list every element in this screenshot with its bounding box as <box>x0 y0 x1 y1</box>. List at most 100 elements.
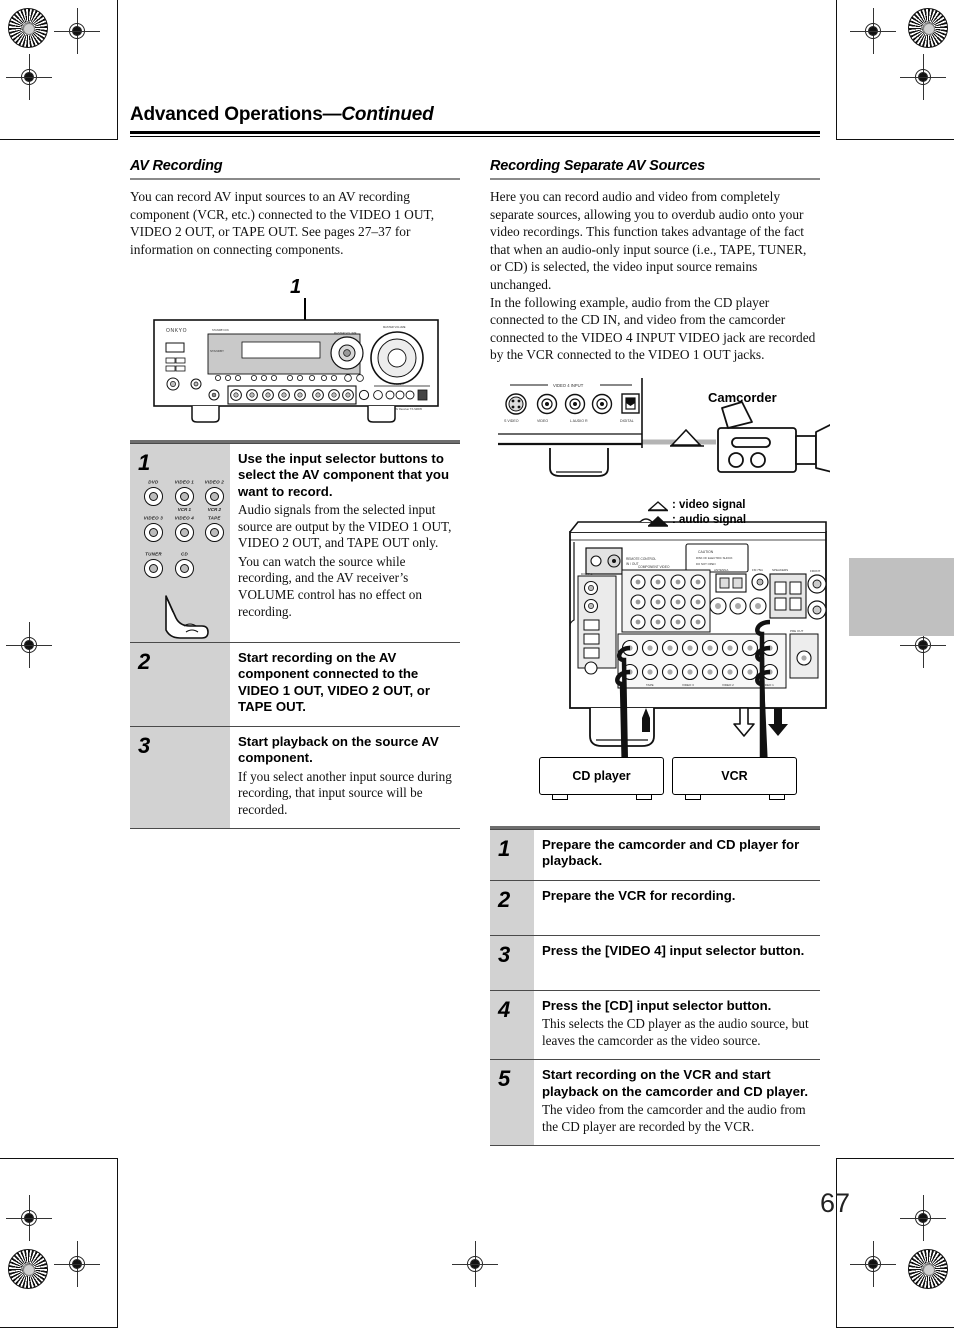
right-column: Recording Separate AV Sources Here you c… <box>490 158 820 364</box>
crop-corner-bottom-left <box>0 1158 118 1328</box>
selector-knob-icon <box>143 486 163 506</box>
svg-text:COMPONENT VIDEO: COMPONENT VIDEO <box>638 565 670 569</box>
print-density-star-top-right <box>908 8 948 48</box>
svg-text:VIDEO 4 INPUT: VIDEO 4 INPUT <box>553 383 584 388</box>
step-row: 3 Press the [VIDEO 4] input selector but… <box>490 934 820 990</box>
step-text-cell: Press the [CD] input selector button. Th… <box>534 989 820 1060</box>
svg-text:PRE OUT: PRE OUT <box>790 629 804 633</box>
registration-mark-bottom-right-lower <box>850 1241 896 1287</box>
step-text-cell: Start recording on the AV component conn… <box>230 641 460 726</box>
signal-legend: : video signal : audio signal <box>648 498 746 528</box>
selector-knob-icon <box>174 522 194 542</box>
legend-label-video: : video signal <box>672 499 746 511</box>
button-video2: VIDEO 2 VCR 2 <box>199 479 230 512</box>
camcorder-label: Camcorder <box>708 390 777 405</box>
device-foot <box>685 795 701 800</box>
svg-text:STANDBY/ON: STANDBY/ON <box>212 328 229 332</box>
step-bold-text: Use the input selector buttons to select… <box>238 450 450 499</box>
input-selector-button-art: DVD VIDEO 1 VCR 1 VIDEO 2 VCR 2 VIDEO 3 … <box>138 479 230 639</box>
section-rule-right <box>490 178 820 180</box>
step-number-cell: 4 <box>490 989 534 1060</box>
step-number: 2 <box>498 886 511 912</box>
device-foot <box>769 795 785 800</box>
svg-text:VIDEO 4: VIDEO 4 <box>394 383 404 386</box>
button-video3: VIDEO 3 <box>138 515 169 542</box>
step-number-cell: 5 <box>490 1059 534 1146</box>
button-label-top: CD <box>181 551 188 557</box>
steps-bottom-rule-left <box>130 828 460 830</box>
svg-text:CAUTION: CAUTION <box>698 550 714 554</box>
svg-text:FRONT: FRONT <box>810 569 820 573</box>
button-label-bottom: VCR 2 <box>208 506 222 512</box>
step-row: 5 Start recording on the VCR and start p… <box>490 1059 820 1146</box>
registration-mark-bottom-right <box>900 1195 946 1241</box>
step-number-cell: 2 <box>490 879 534 935</box>
print-density-star-bottom-left <box>8 1249 48 1289</box>
svg-text:DIGITAL: DIGITAL <box>620 419 634 423</box>
svg-text:TAPE: TAPE <box>646 683 654 687</box>
device-foot <box>552 795 568 800</box>
av-recording-steps-table: 1 DVD VIDEO 1 VCR 1 VIDEO 2 VCR 2 VIDEO … <box>130 440 460 830</box>
step-bold-text: Prepare the camcorder and CD player for … <box>542 836 800 869</box>
step-bold-text: Start recording on the VCR and start pla… <box>542 1067 809 1099</box>
selector-knob-icon <box>175 558 194 578</box>
step-row: 4 Press the [CD] input selector button. … <box>490 989 820 1060</box>
step-text-cell: Press the [VIDEO 4] input selector butto… <box>534 934 820 990</box>
svg-text:MASTER VOLUME: MASTER VOLUME <box>334 331 357 335</box>
registration-mark-left-middle <box>6 622 52 668</box>
receiver-front-panel-illustration: ONKYO STANDBY STANDBY/ON MASTER VOLUME M… <box>152 318 440 435</box>
header-rule-thin <box>130 136 820 137</box>
button-dvd: DVD <box>138 479 169 512</box>
device-box-vcr: VCR <box>672 757 797 795</box>
recording-separate-paragraph-1: Here you can record audio and video from… <box>490 189 807 292</box>
device-foot <box>636 795 652 800</box>
step-number-cell: 3 <box>130 725 230 829</box>
registration-mark-top-right <box>850 8 896 54</box>
registration-mark-bottom-left <box>6 1195 52 1241</box>
step-row: 2 Prepare the VCR for recording. <box>490 879 820 935</box>
step-plain-text: If you select another input source durin… <box>238 768 452 817</box>
selector-knob-icon <box>205 486 225 506</box>
svg-text:DO NOT OPEN: DO NOT OPEN <box>696 562 716 566</box>
section-title-recording-separate: Recording Separate AV Sources <box>490 158 705 174</box>
step-bold-text: Start recording on the AV component conn… <box>238 649 430 715</box>
registration-mark-right-upper <box>900 54 946 100</box>
device-label: CD player <box>572 769 631 783</box>
button-row: DVD VIDEO 1 VCR 1 VIDEO 2 VCR 2 <box>138 479 230 512</box>
step-text-cell: Start recording on the VCR and start pla… <box>534 1059 820 1146</box>
selector-knob-icon <box>174 486 194 506</box>
step-number: 3 <box>138 732 151 758</box>
button-row: TUNER CD <box>138 551 230 578</box>
svg-text:AV Receiver TX-SR605: AV Receiver TX-SR605 <box>395 407 423 411</box>
step-number: 1 <box>498 835 511 861</box>
step-row: 2 Start recording on the AV component co… <box>130 641 460 726</box>
step-row: 1 DVD VIDEO 1 VCR 1 VIDEO 2 VCR 2 VIDEO … <box>130 442 460 642</box>
running-header: Advanced Operations—Continued <box>130 104 820 137</box>
button-label-top: VIDEO 2 <box>204 479 225 485</box>
recording-separate-steps-table: 1 Prepare the camcorder and CD player fo… <box>490 826 820 1147</box>
svg-text:STANDBY: STANDBY <box>210 349 224 353</box>
svg-text:S VIDEO: S VIDEO <box>504 419 519 423</box>
svg-text:ONKYO: ONKYO <box>166 328 187 334</box>
section-title-av-recording: AV Recording <box>130 158 223 174</box>
step-plain-text: You can watch the source while recording… <box>238 553 422 619</box>
steps-bottom-rule-right <box>490 1145 820 1147</box>
step-bold-text: Start playback on the source AV componen… <box>238 733 439 766</box>
step-number: 1 <box>138 449 151 475</box>
step-number: 2 <box>138 648 151 674</box>
running-header-continued: —Continued <box>322 104 434 125</box>
step-number: 4 <box>498 996 511 1022</box>
svg-text:VIDEO 3: VIDEO 3 <box>682 683 694 687</box>
registration-mark-bottom-left-lower <box>54 1241 100 1287</box>
recording-separate-paragraph-2: In the following example, audio from the… <box>490 294 816 363</box>
video-signal-arrow-icon <box>648 500 668 511</box>
legend-item-audio: : audio signal <box>648 513 746 528</box>
step-text-cell: Start playback on the source AV componen… <box>230 725 460 829</box>
svg-text:IN / OUT: IN / OUT <box>626 562 639 566</box>
crop-corner-bottom-right <box>836 1158 954 1328</box>
device-label: VCR <box>721 769 748 783</box>
section-rule-left <box>130 178 460 180</box>
button-tape: TAPE <box>199 515 230 542</box>
left-column: AV Recording You can record AV input sou… <box>130 158 460 258</box>
registration-mark-bottom-center <box>452 1241 498 1287</box>
